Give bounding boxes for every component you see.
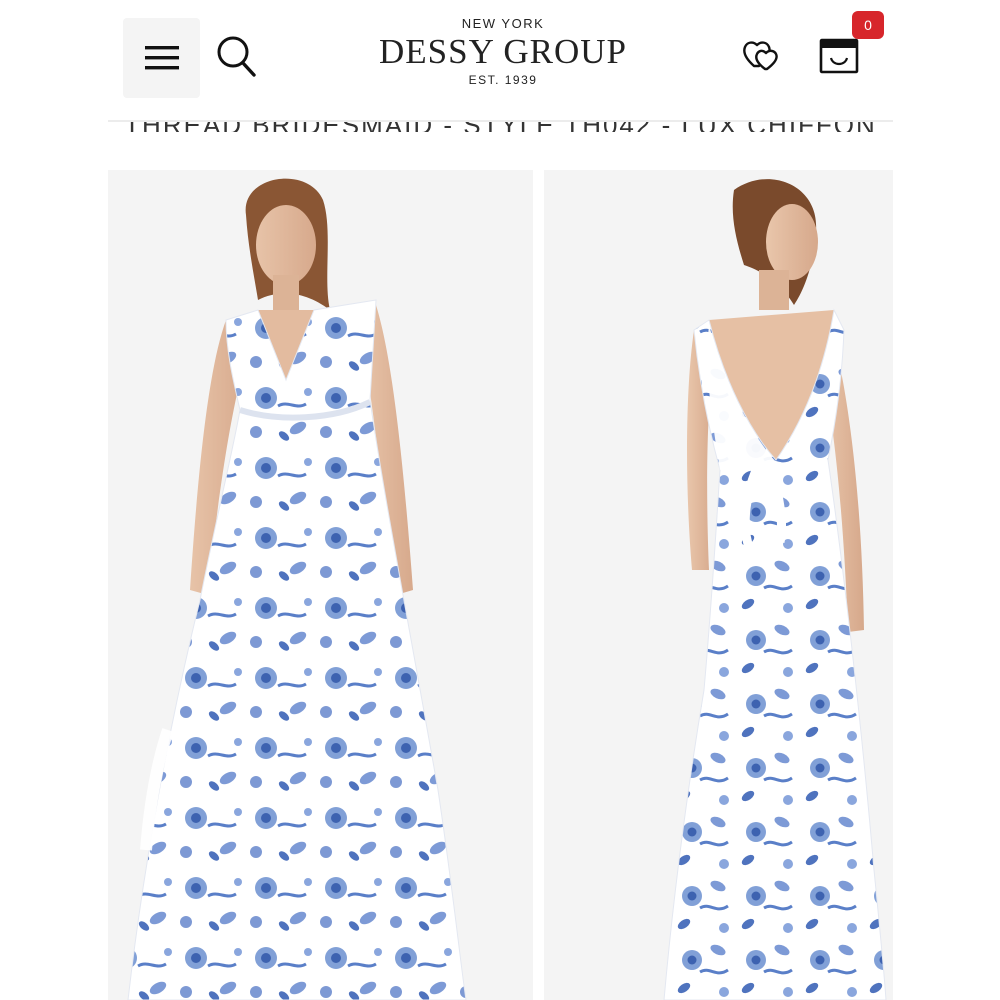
- search-button[interactable]: [216, 34, 258, 80]
- logo-bottom-text: EST. 1939: [468, 73, 538, 87]
- cart-count-badge: 0: [852, 11, 884, 39]
- product-image-back[interactable]: [544, 170, 893, 1000]
- hearts-icon: [743, 41, 778, 71]
- product-page: NEW YORK DESSY GROUP EST. 1939 0 THREAD …: [108, 0, 893, 1000]
- logo-main-text: DESSY GROUP: [379, 32, 627, 71]
- hamburger-menu-icon: [144, 46, 179, 70]
- menu-button[interactable]: [123, 18, 200, 98]
- product-image-front[interactable]: [108, 170, 533, 1000]
- site-header: NEW YORK DESSY GROUP EST. 1939 0: [108, 0, 893, 122]
- brand-logo[interactable]: NEW YORK DESSY GROUP EST. 1939: [353, 16, 653, 88]
- wishlist-button[interactable]: [741, 33, 783, 75]
- logo-top-text: NEW YORK: [461, 16, 545, 31]
- back-view-floral-gown: [544, 170, 893, 1000]
- front-view-floral-gown: [108, 170, 533, 1000]
- search-icon: [217, 36, 256, 77]
